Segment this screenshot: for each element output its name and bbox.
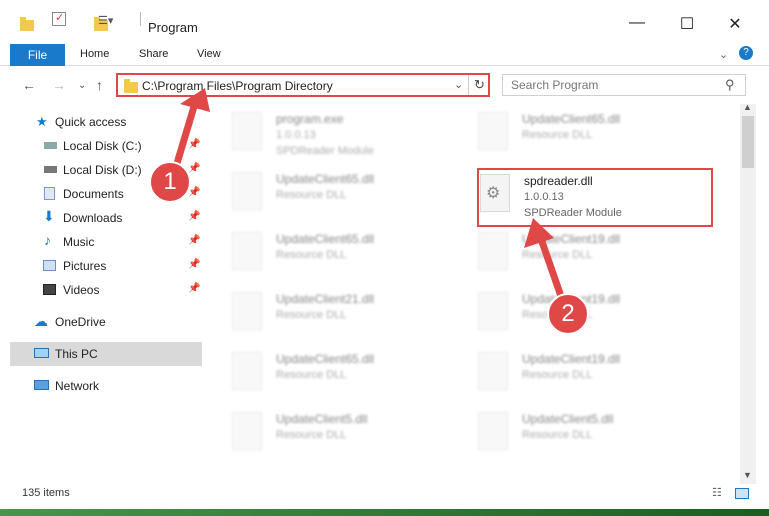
- annotation-overlay: [168, 88, 567, 304]
- arrow-2: [536, 234, 567, 304]
- step-1-badge: 1: [149, 161, 191, 203]
- step-2-badge: 2: [547, 293, 589, 335]
